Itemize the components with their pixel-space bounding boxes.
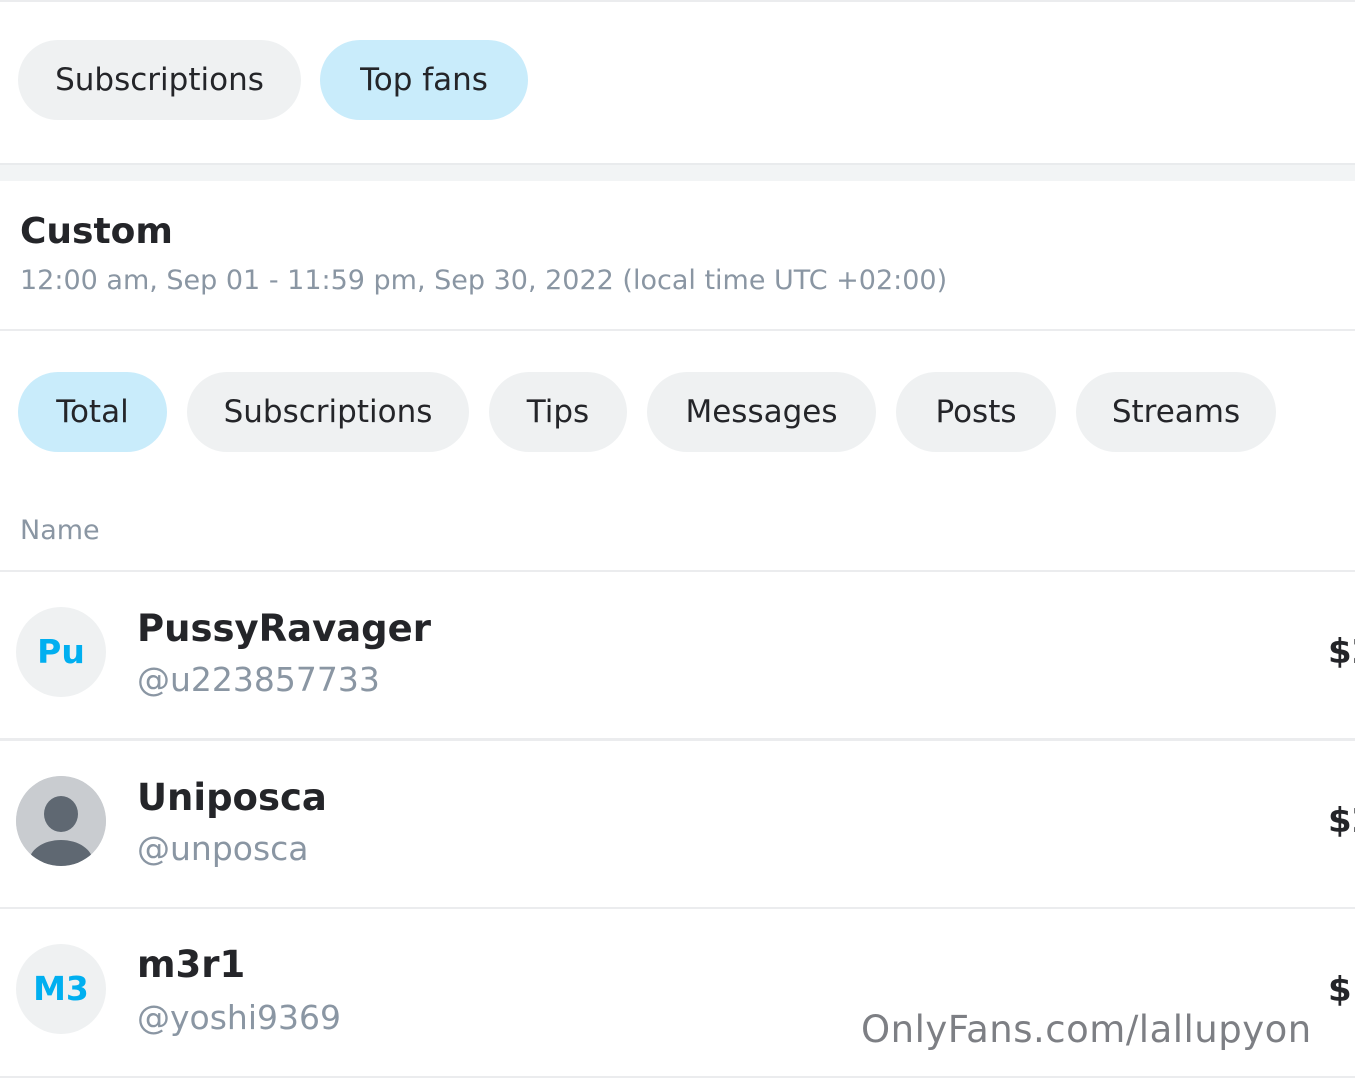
fan-earnings-amount: $2 <box>1328 632 1355 672</box>
fan-row[interactable]: Pu PussyRavager @u223857733 $2 <box>0 572 1355 740</box>
row-divider <box>0 907 1355 909</box>
section-separator <box>0 163 1355 181</box>
filter-subscriptions[interactable]: Subscriptions <box>187 372 469 452</box>
fan-handle[interactable]: @unposca <box>137 829 309 868</box>
fan-handle[interactable]: @yoshi9369 <box>137 998 341 1037</box>
tab-top-fans[interactable]: Top fans <box>320 40 528 120</box>
row-divider <box>0 1076 1355 1078</box>
filter-tips[interactable]: Tips <box>489 372 627 452</box>
fan-row[interactable]: M3 m3r1 @yoshi9369 $1 <box>0 910 1355 1078</box>
column-header-name[interactable]: Name <box>20 515 100 546</box>
avatar[interactable]: Pu <box>16 607 106 697</box>
fan-name[interactable]: m3r1 <box>137 943 245 986</box>
top-divider <box>0 0 1355 2</box>
avatar[interactable]: M3 <box>16 944 106 1034</box>
period-title: Custom <box>20 211 173 252</box>
period-range: 12:00 am, Sep 01 - 11:59 pm, Sep 30, 202… <box>20 265 948 296</box>
fan-earnings-amount: $1 <box>1328 970 1355 1010</box>
filter-posts[interactable]: Posts <box>896 372 1056 452</box>
fan-name[interactable]: PussyRavager <box>137 607 431 650</box>
fan-earnings-amount: $2 <box>1328 801 1355 841</box>
fan-handle[interactable]: @u223857733 <box>137 660 380 699</box>
filter-messages[interactable]: Messages <box>647 372 876 452</box>
period-divider <box>0 329 1355 331</box>
tab-subscriptions[interactable]: Subscriptions <box>18 40 301 120</box>
top-fans-page: Subscriptions Top fans Custom 12:00 am, … <box>0 0 1355 1080</box>
user-silhouette-icon <box>16 776 106 866</box>
filter-streams[interactable]: Streams <box>1076 372 1276 452</box>
watermark: OnlyFans.com/lallupyon <box>861 1008 1312 1051</box>
filter-total[interactable]: Total <box>18 372 167 452</box>
fan-row[interactable]: Uniposca @unposca $2 <box>0 741 1355 909</box>
default-user-icon[interactable] <box>16 776 106 866</box>
fan-name[interactable]: Uniposca <box>137 776 327 819</box>
